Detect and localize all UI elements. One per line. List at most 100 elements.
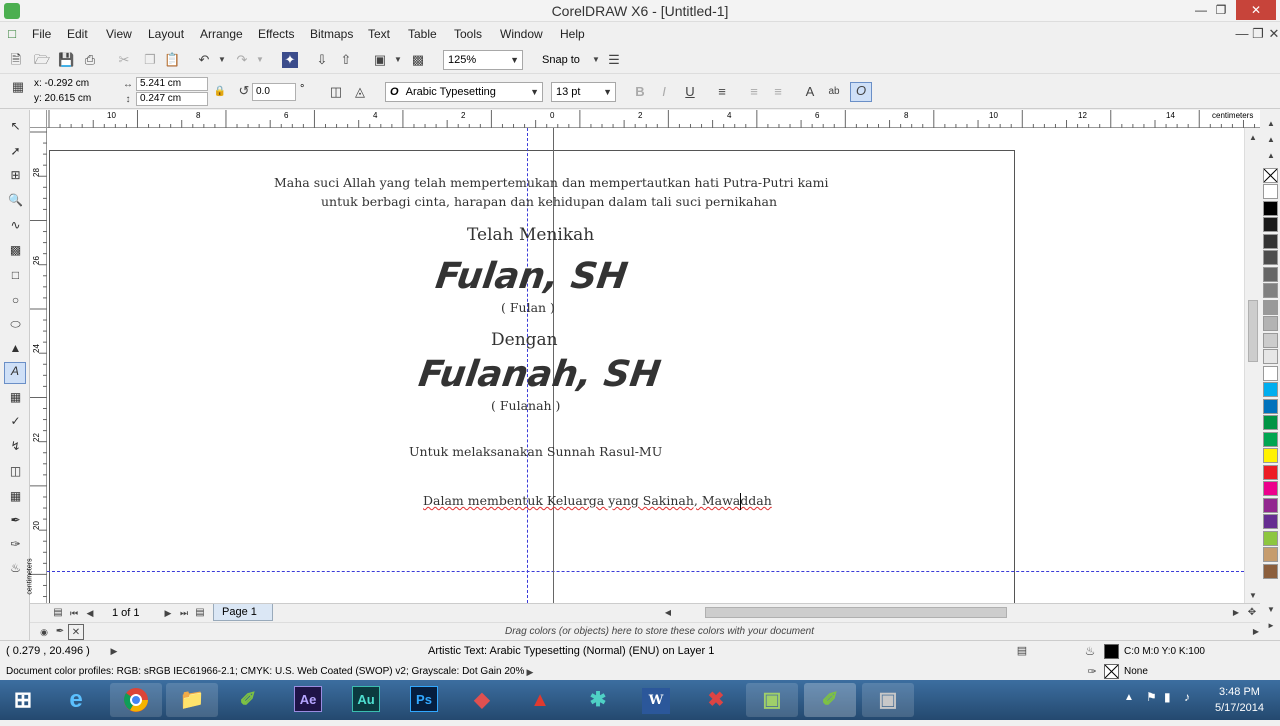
color-swatch[interactable]: [1263, 481, 1278, 496]
color-swatch[interactable]: [1263, 530, 1278, 546]
text-line-4-editing[interactable]: Dalam membentuk Keluarga yang Sakinah, M…: [423, 493, 772, 508]
coreldraw-taskbar-icon[interactable]: ✐: [222, 683, 274, 717]
page-tab[interactable]: Page 1: [213, 604, 273, 621]
no-color-icon[interactable]: ✕: [68, 624, 84, 640]
color-swatch[interactable]: [1263, 415, 1278, 430]
scroll-left-icon[interactable]: ◀: [660, 605, 676, 621]
profiles-expand-icon[interactable]: ▶: [522, 664, 538, 680]
no-color-swatch[interactable]: [1263, 168, 1278, 183]
new-document-icon[interactable]: 🗎: [8, 52, 24, 68]
outline-pen-tool-icon[interactable]: ✑: [7, 536, 24, 553]
file-explorer-icon[interactable]: 📁: [166, 683, 218, 717]
transparency-tool-icon[interactable]: ▦: [7, 488, 24, 505]
drop-cap-icon[interactable]: ≡: [770, 84, 786, 100]
color-swatch[interactable]: [1263, 398, 1278, 414]
corel-capture-icon[interactable]: ▣: [746, 683, 798, 717]
horizontal-scroll-thumb[interactable]: [705, 607, 1007, 618]
publish-dropdown-icon[interactable]: ▼: [390, 52, 406, 68]
mirror-horizontal-icon[interactable]: ◫: [328, 84, 344, 100]
menu-table[interactable]: Table: [408, 27, 437, 41]
cut-icon[interactable]: ✂: [116, 52, 132, 68]
clock-time[interactable]: 3:48 PM: [1219, 686, 1260, 698]
menu-effects[interactable]: Effects: [258, 27, 294, 41]
palette-menu-icon[interactable]: ►: [1263, 618, 1279, 634]
vertical-ruler[interactable]: 28 26 24 22 20 centimeters: [27, 128, 47, 603]
basic-shapes-tool-icon[interactable]: ▲: [7, 340, 24, 357]
menu-arrange[interactable]: Arrange: [200, 27, 243, 41]
color-profiles-info[interactable]: Document color profiles: RGB: sRGB IEC61…: [6, 666, 524, 677]
color-swatch[interactable]: [1263, 283, 1278, 298]
color-swatch[interactable]: [1263, 200, 1278, 216]
dimension-tool-icon[interactable]: ✓: [7, 413, 24, 430]
tray-expand-icon[interactable]: ▲: [1124, 692, 1134, 703]
opentype-features-icon[interactable]: O: [850, 82, 872, 102]
color-swatch[interactable]: [1263, 464, 1278, 480]
last-page-icon[interactable]: ⏭: [176, 605, 192, 621]
status-options-icon[interactable]: ▤: [1014, 643, 1030, 659]
font-size-select[interactable]: 13 pt ▼: [551, 82, 616, 102]
x-position-value[interactable]: x: -0.292 cm: [34, 78, 89, 89]
italic-icon[interactable]: I: [656, 84, 672, 100]
underline-icon[interactable]: U: [682, 84, 698, 100]
document-color-dock[interactable]: ◉ ✒ ✕ Drag colors (or objects) here to s…: [30, 622, 1260, 640]
add-page-after-icon[interactable]: ▤: [192, 605, 208, 621]
palette-scroll-up-icon[interactable]: ▲: [1263, 116, 1279, 132]
volume-icon[interactable]: ♪: [1184, 690, 1190, 704]
close-button[interactable]: ✕: [1236, 0, 1276, 20]
color-swatch[interactable]: [1263, 184, 1278, 199]
doc-close-icon[interactable]: ✕: [1266, 26, 1280, 42]
menu-tools[interactable]: Tools: [454, 27, 482, 41]
open-icon[interactable]: 🗁: [34, 52, 50, 68]
color-swatch[interactable]: [1263, 547, 1278, 562]
y-position-value[interactable]: y: 20.615 cm: [34, 93, 91, 104]
menu-bitmaps[interactable]: Bitmaps: [310, 27, 353, 41]
font-list-select[interactable]: O Arabic Typesetting ▼: [385, 82, 543, 102]
save-icon[interactable]: 💾: [58, 52, 74, 68]
edit-text-icon[interactable]: ab: [826, 84, 842, 100]
status-expand-icon[interactable]: ▶: [106, 643, 122, 659]
first-page-icon[interactable]: ⏮: [66, 605, 82, 621]
chrome-icon[interactable]: [110, 683, 162, 717]
ruler-origin[interactable]: [30, 110, 47, 128]
bold-icon[interactable]: B: [632, 84, 648, 100]
width-field[interactable]: 5.241 cm: [136, 77, 208, 91]
navigator-icon[interactable]: ✥: [1244, 605, 1260, 621]
bride-subtitle[interactable]: ( Fulanah ): [491, 398, 560, 413]
shape-tool-icon[interactable]: ➚: [7, 143, 24, 160]
zoom-tool-icon[interactable]: 🔍: [7, 192, 24, 209]
audition-icon[interactable]: Au: [340, 683, 392, 717]
redo-icon[interactable]: ↷: [234, 52, 250, 68]
tray-flag-icon[interactable]: ⚑: [1146, 690, 1157, 704]
clock-date[interactable]: 5/17/2014: [1215, 702, 1264, 714]
corel-photopaint-icon[interactable]: ▣: [862, 683, 914, 717]
rectangle-tool-icon[interactable]: □: [7, 267, 24, 284]
paste-icon[interactable]: 📋: [164, 52, 180, 68]
color-swatch[interactable]: [1263, 217, 1278, 232]
snap-to-dropdown-icon[interactable]: ▼: [588, 52, 604, 68]
undo-dropdown-icon[interactable]: ▼: [214, 52, 230, 68]
print-icon[interactable]: ⎙: [82, 52, 98, 68]
add-page-before-icon[interactable]: ▤: [50, 605, 66, 621]
text-alignment-icon[interactable]: ≡: [714, 84, 730, 100]
text-properties-icon[interactable]: A: [802, 84, 818, 100]
vertical-scroll-thumb[interactable]: [1248, 300, 1258, 362]
groom-subtitle[interactable]: ( Fulan ): [501, 300, 555, 315]
menu-file[interactable]: File: [32, 27, 51, 41]
horizontal-scrollbar[interactable]: ◀ ▶ ✥: [660, 603, 1260, 621]
menu-window[interactable]: Window: [500, 27, 543, 41]
color-swatch[interactable]: [1263, 448, 1278, 463]
table-tool-icon[interactable]: ▦: [7, 389, 24, 406]
connector-dengan[interactable]: Dengan: [491, 330, 558, 350]
restore-button[interactable]: ❐: [1206, 0, 1236, 20]
dreamweaver-icon[interactable]: ✱: [572, 683, 624, 717]
pick-tool-icon[interactable]: ↖: [7, 118, 24, 135]
start-button[interactable]: ⊞: [0, 683, 46, 717]
color-swatch[interactable]: [1263, 365, 1278, 381]
menu-text[interactable]: Text: [368, 27, 390, 41]
acrobat-icon[interactable]: ▲: [514, 683, 566, 717]
color-swatch[interactable]: [1263, 349, 1278, 364]
search-content-icon[interactable]: ✦: [282, 52, 298, 68]
freehand-tool-icon[interactable]: ∿: [7, 217, 24, 234]
menu-layout[interactable]: Layout: [148, 27, 184, 41]
bride-name[interactable]: Fulanah, SH: [416, 354, 663, 395]
